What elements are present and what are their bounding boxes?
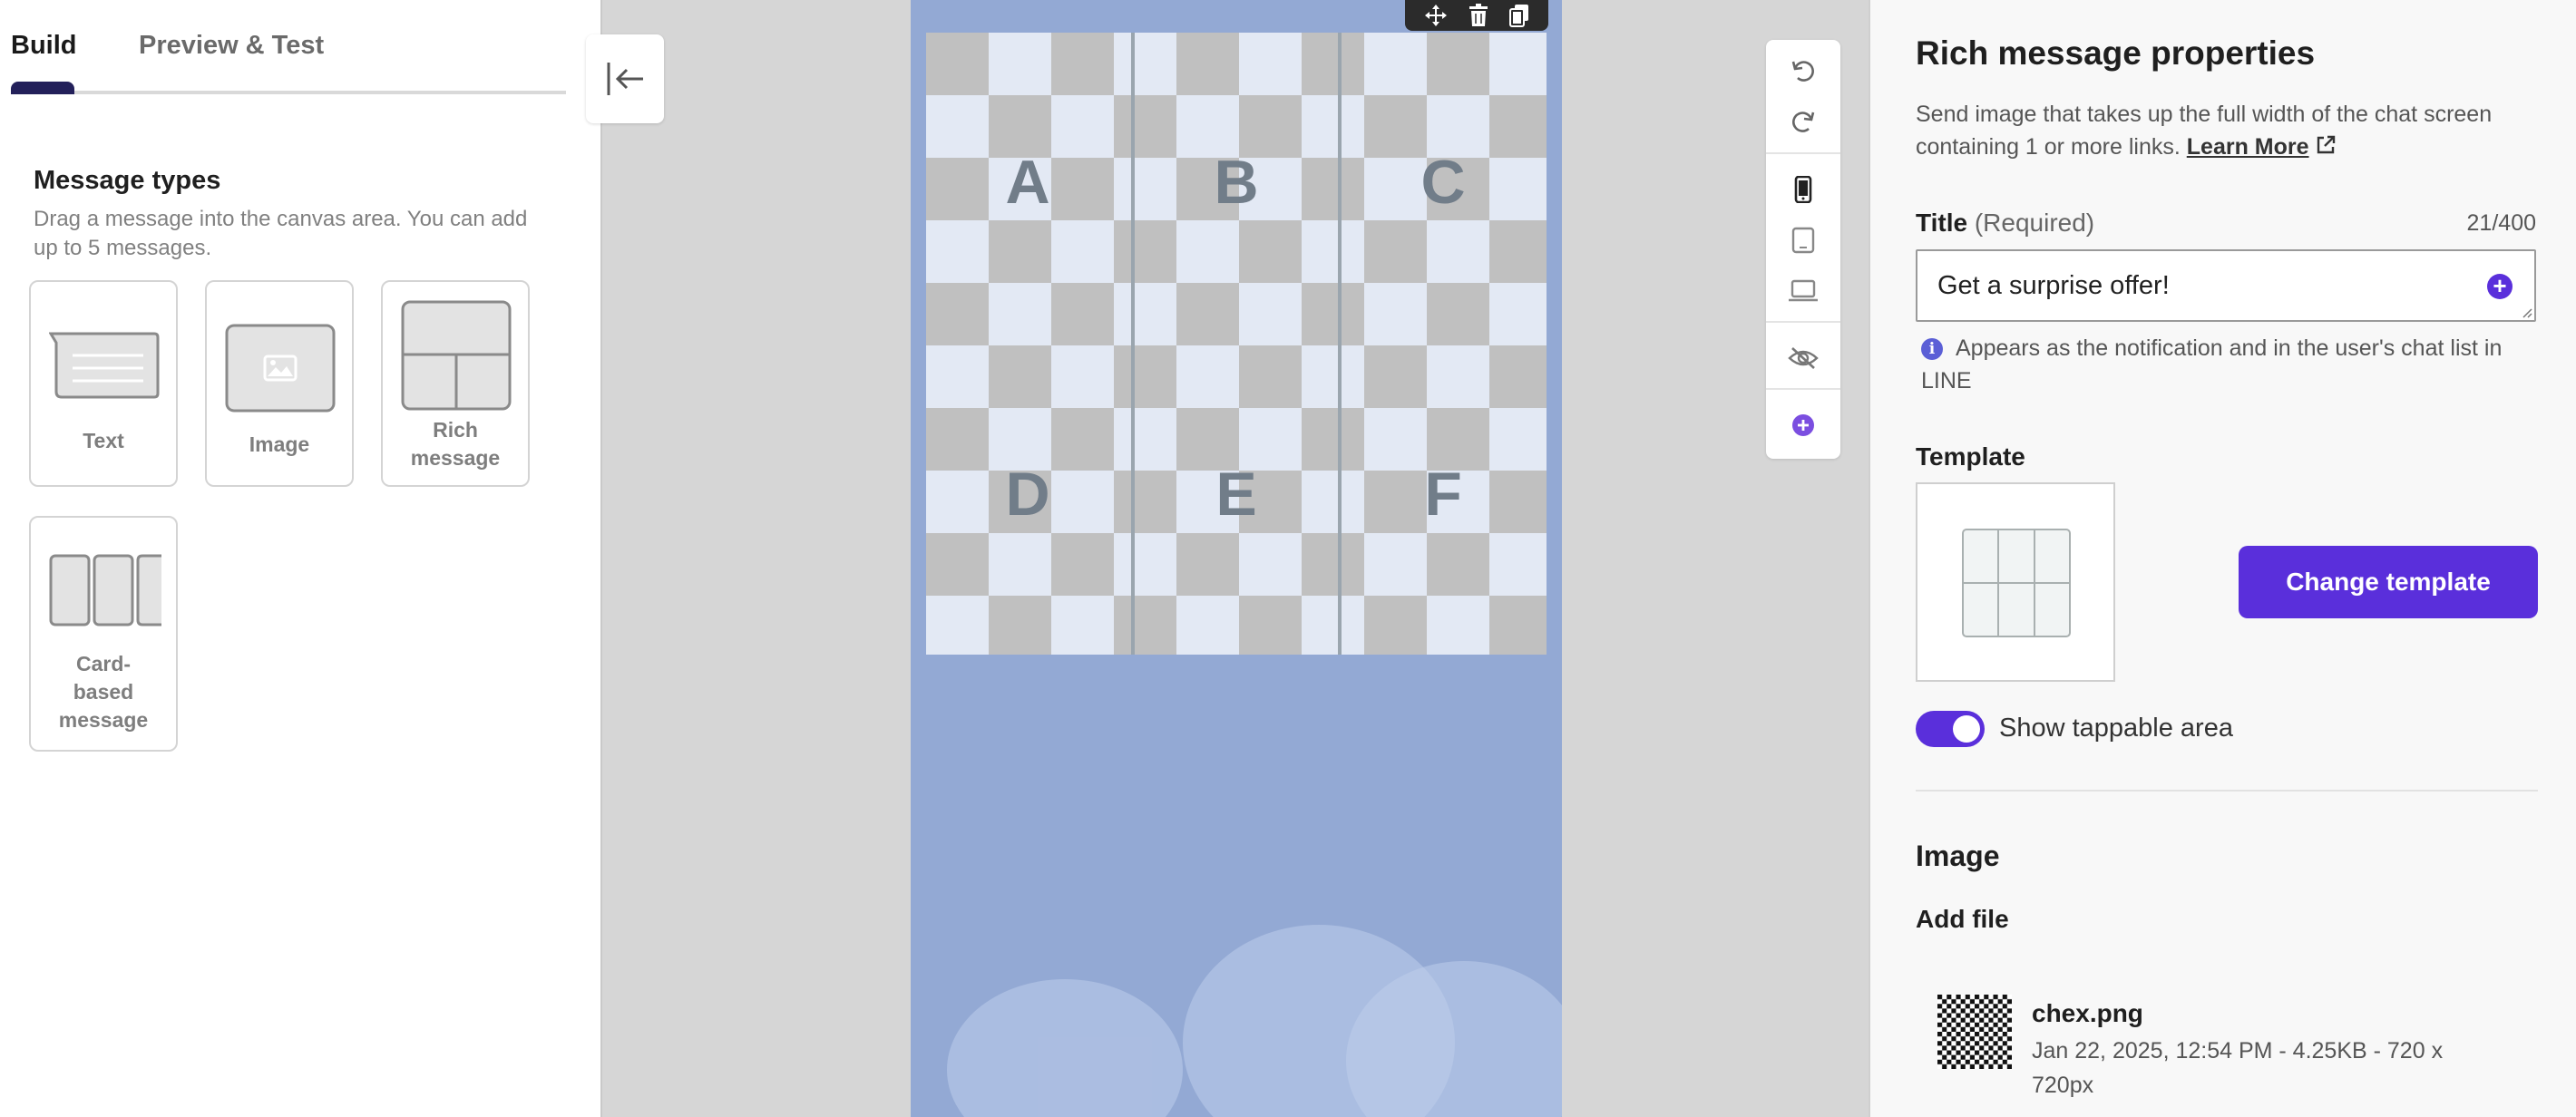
message-type-rich-message-label: Rich message xyxy=(410,418,501,470)
message-types-heading: Message types xyxy=(34,166,221,195)
message-type-image-label: Image xyxy=(249,432,310,456)
tablet-view-button[interactable] xyxy=(1766,216,1840,265)
resize-handle-icon[interactable] xyxy=(2520,306,2532,318)
character-counter: 21/400 xyxy=(2466,210,2536,236)
insert-variable-icon[interactable]: + xyxy=(2487,274,2513,299)
divider xyxy=(1916,790,2538,792)
tap-area-a[interactable]: A xyxy=(1005,148,1049,217)
tab-bar: Build Preview & Test xyxy=(11,0,566,94)
mobile-view-button[interactable] xyxy=(1766,165,1840,214)
rich-message-icon xyxy=(401,300,512,411)
add-button[interactable] xyxy=(1766,401,1840,450)
redo-button[interactable] xyxy=(1766,98,1840,147)
message-types-description: Drag a message into the canvas area. You… xyxy=(34,207,528,260)
copy-icon[interactable] xyxy=(1508,4,1529,27)
message-type-text-label: Text xyxy=(83,429,124,452)
title-hint: i Appears as the notification and in the … xyxy=(1921,335,2503,393)
tab-preview-test[interactable]: Preview & Test xyxy=(139,31,324,61)
show-tappable-area-label: Show tappable area xyxy=(1999,714,2233,743)
message-type-card-based-label: Card-based message xyxy=(58,652,149,732)
element-toolbar xyxy=(1405,0,1548,31)
properties-panel: Rich message properties Send image that … xyxy=(1869,0,2576,1117)
text-message-icon xyxy=(49,332,160,399)
title-field-label: Title (Required) xyxy=(1916,209,2095,237)
laptop-icon xyxy=(1789,279,1818,302)
canvas-toolbar xyxy=(1766,40,1840,459)
change-template-button[interactable]: Change template xyxy=(2239,546,2538,618)
message-type-image[interactable]: Image xyxy=(205,280,354,487)
template-preview xyxy=(1916,482,2115,682)
add-file-label: Add file xyxy=(1916,905,2009,933)
file-metadata: Jan 22, 2025, 12:54 PM - 4.25KB - 720 x … xyxy=(2032,1038,2444,1098)
delete-icon[interactable] xyxy=(1469,4,1488,27)
external-link-icon[interactable] xyxy=(2315,134,2337,156)
tap-area-b[interactable]: B xyxy=(1214,148,1258,217)
hide-button[interactable] xyxy=(1766,334,1840,383)
card-based-message-icon xyxy=(49,554,161,626)
eye-off-icon xyxy=(1788,347,1819,369)
toggle-knob xyxy=(1953,715,1980,743)
show-tappable-area-toggle[interactable] xyxy=(1916,711,1985,747)
properties-description: Send image that takes up the full width … xyxy=(1916,102,2493,160)
active-tab-indicator xyxy=(11,82,74,94)
tap-area-d[interactable]: D xyxy=(1005,460,1049,529)
move-icon[interactable] xyxy=(1424,4,1448,27)
mobile-icon xyxy=(1794,176,1812,203)
tap-area-c[interactable]: C xyxy=(1420,148,1465,217)
properties-title: Rich message properties xyxy=(1916,34,2316,72)
message-type-card-based[interactable]: Card-based message xyxy=(29,516,178,752)
template-label: Template xyxy=(1916,442,2025,471)
image-message-icon xyxy=(225,324,336,413)
template-grid-icon xyxy=(1962,529,2071,637)
desktop-view-button[interactable] xyxy=(1766,267,1840,316)
message-type-rich-message[interactable]: Rich message xyxy=(381,280,530,487)
undo-icon xyxy=(1791,61,1814,82)
tap-area-f[interactable]: F xyxy=(1424,460,1462,529)
collapse-left-icon xyxy=(607,63,643,95)
rich-message-image[interactable]: A B C D E F xyxy=(926,33,1547,655)
title-input-box: + xyxy=(1916,249,2536,322)
collapse-panel-button[interactable] xyxy=(586,34,664,123)
undo-button[interactable] xyxy=(1766,47,1840,96)
title-input[interactable] xyxy=(1937,251,2464,320)
message-type-text[interactable]: Text xyxy=(29,280,178,487)
redo-icon xyxy=(1792,112,1815,132)
tap-area-e[interactable]: E xyxy=(1215,460,1256,529)
learn-more-link[interactable]: Learn More xyxy=(2187,134,2309,160)
file-thumbnail xyxy=(1937,995,2012,1069)
left-panel: Build Preview & Test Message types Drag … xyxy=(0,0,602,1117)
tab-build[interactable]: Build xyxy=(11,31,77,61)
tablet-icon xyxy=(1791,227,1815,254)
plus-circle-icon xyxy=(1792,414,1814,436)
image-section-heading: Image xyxy=(1916,840,2000,872)
file-name: chex.png xyxy=(2032,999,2143,1027)
info-icon: i xyxy=(1921,338,1943,360)
